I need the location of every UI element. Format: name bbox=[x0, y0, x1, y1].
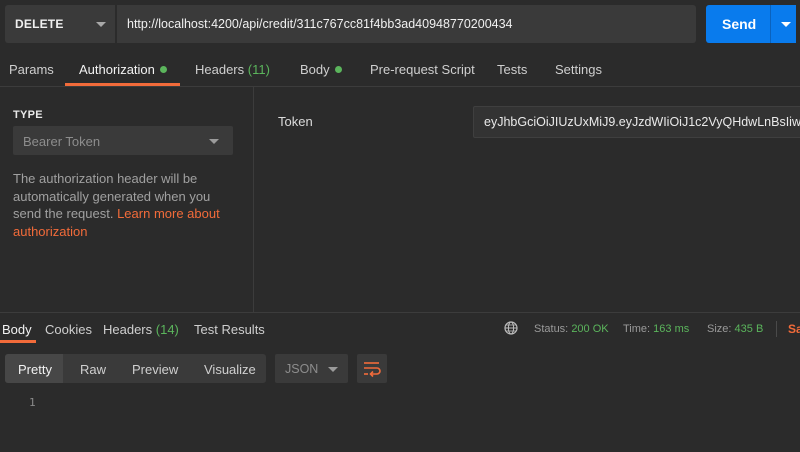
tab-tests[interactable]: Tests bbox=[497, 62, 527, 77]
format-value: JSON bbox=[285, 362, 319, 376]
save-response-button[interactable]: Sa bbox=[788, 322, 800, 336]
status-label: Status: bbox=[534, 323, 569, 335]
url-value: http://localhost:4200/api/credit/311c767… bbox=[127, 17, 513, 31]
response-tab-headers-label: Headers bbox=[103, 322, 153, 337]
tab-headers-count: (11) bbox=[247, 62, 270, 77]
chevron-down-icon[interactable] bbox=[781, 22, 791, 27]
response-tab-headers-count: (14) bbox=[155, 322, 179, 337]
status-value: 200 OK bbox=[571, 323, 609, 335]
auth-info-text: The authorization header will be automat… bbox=[13, 170, 238, 240]
status-dot-icon bbox=[159, 66, 167, 73]
tab-prerequest-script[interactable]: Pre-request Script bbox=[370, 62, 475, 77]
auth-type-heading: TYPE bbox=[13, 109, 43, 121]
wrap-lines-button[interactable] bbox=[357, 354, 387, 383]
panel-divider bbox=[253, 87, 254, 312]
size-indicator: Size: 435 B bbox=[707, 323, 763, 335]
tab-headers[interactable]: Headers (11) bbox=[195, 62, 270, 77]
token-label: Token bbox=[278, 114, 313, 129]
tabs-divider bbox=[0, 86, 800, 87]
send-label: Send bbox=[722, 16, 757, 32]
chevron-down-icon bbox=[96, 22, 106, 27]
method-value: DELETE bbox=[15, 17, 64, 31]
time-value: 163 ms bbox=[653, 323, 690, 335]
tab-body-label: Body bbox=[300, 62, 330, 77]
wrap-lines-icon bbox=[364, 362, 381, 378]
response-tab-cookies[interactable]: Cookies bbox=[45, 322, 92, 337]
auth-type-select[interactable]: Bearer Token bbox=[13, 126, 233, 155]
time-label: Time: bbox=[623, 323, 651, 335]
chevron-down-icon bbox=[328, 367, 338, 372]
send-button[interactable]: Send bbox=[706, 5, 796, 43]
tab-settings[interactable]: Settings bbox=[555, 62, 602, 77]
tab-headers-label: Headers bbox=[195, 62, 245, 77]
token-value: eyJhbGciOiJIUzUxMiJ9.eyJzdWIiOiJ1c2VyQHd… bbox=[484, 115, 800, 129]
token-input[interactable]: eyJhbGciOiJIUzUxMiJ9.eyJzdWIiOiJ1c2VyQHd… bbox=[473, 106, 800, 138]
time-indicator: Time: 163 ms bbox=[623, 323, 689, 335]
line-number: 1 bbox=[29, 396, 36, 409]
response-tab-body[interactable]: Body bbox=[2, 322, 32, 337]
response-tab-test-results[interactable]: Test Results bbox=[194, 322, 265, 337]
tab-authorization-label: Authorization bbox=[79, 62, 155, 77]
chevron-down-icon bbox=[209, 139, 219, 144]
auth-type-value: Bearer Token bbox=[23, 134, 101, 149]
view-visualize-button[interactable]: Visualize bbox=[204, 362, 256, 377]
url-input[interactable]: http://localhost:4200/api/credit/311c767… bbox=[116, 5, 696, 43]
tab-authorization[interactable]: Authorization bbox=[79, 62, 167, 77]
size-value: 435 B bbox=[734, 323, 764, 335]
view-preview-button[interactable]: Preview bbox=[132, 362, 178, 377]
response-divider bbox=[0, 312, 800, 313]
globe-icon[interactable] bbox=[504, 321, 518, 335]
response-tab-headers[interactable]: Headers (14) bbox=[103, 322, 179, 337]
active-response-tab-indicator bbox=[0, 340, 36, 343]
size-label: Size: bbox=[707, 323, 732, 335]
format-select[interactable]: JSON bbox=[275, 354, 348, 383]
tab-params[interactable]: Params bbox=[9, 62, 54, 77]
view-raw-button[interactable]: Raw bbox=[80, 362, 106, 377]
tab-body[interactable]: Body bbox=[300, 62, 342, 77]
status-dot-icon bbox=[334, 66, 342, 73]
view-pretty-label[interactable]: Pretty bbox=[18, 362, 52, 377]
method-select[interactable]: DELETE bbox=[5, 5, 115, 43]
send-divider bbox=[770, 5, 771, 43]
meta-divider bbox=[776, 321, 777, 337]
status-indicator: Status: 200 OK bbox=[534, 323, 609, 335]
